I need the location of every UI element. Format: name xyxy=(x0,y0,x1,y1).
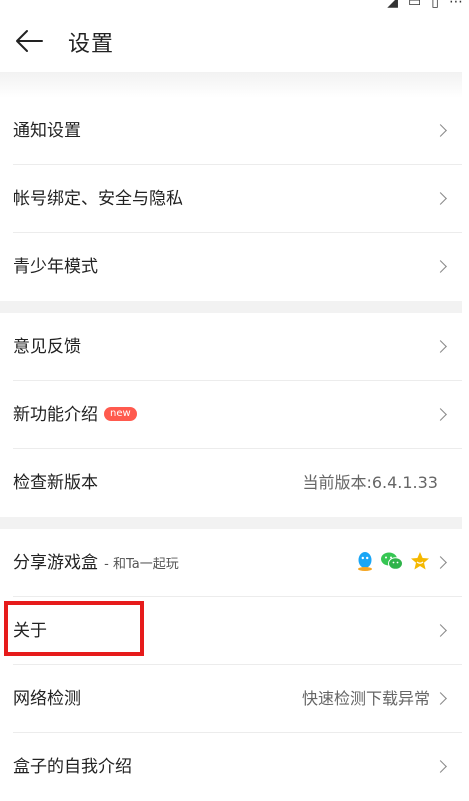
header-shadow xyxy=(0,72,469,98)
share-icons xyxy=(356,551,430,571)
wechat-icon[interactable] xyxy=(380,551,404,571)
battery-icon: ▯ xyxy=(431,0,439,10)
page-title: 设置 xyxy=(68,32,115,57)
chevron-right-icon xyxy=(434,556,447,569)
network-check-row[interactable]: 网络检测 快速检测下载异常 xyxy=(0,665,462,733)
app-header: 设置 xyxy=(0,12,469,72)
row-label: 盒子的自我介绍 xyxy=(13,757,132,777)
check-update-row[interactable]: 检查新版本 当前版本:6.4.1.33 xyxy=(0,449,462,517)
feedback-row[interactable]: 意见反馈 xyxy=(0,313,462,381)
back-arrow-icon[interactable] xyxy=(14,28,44,54)
new-features-row[interactable]: 新功能介绍 new xyxy=(0,381,462,449)
row-label: 分享游戏盒 - 和Ta一起玩 xyxy=(13,529,179,599)
chevron-right-icon xyxy=(434,124,447,137)
chevron-right-icon xyxy=(434,192,447,205)
row-label: 意见反馈 xyxy=(13,337,81,357)
right-edge xyxy=(462,72,469,800)
section-gap xyxy=(0,517,469,529)
chevron-right-icon xyxy=(434,760,447,773)
youth-mode-row[interactable]: 青少年模式 xyxy=(0,233,462,301)
row-label-text: 新功能介绍 xyxy=(13,405,98,425)
highlight-box xyxy=(4,601,144,656)
chevron-right-icon xyxy=(434,340,447,353)
status-bar: ◢ ▭ ▯ ⋯ xyxy=(0,0,469,12)
qq-icon[interactable] xyxy=(356,551,374,571)
row-label: 网络检测 xyxy=(13,689,81,709)
more-status-icon: ⋯ xyxy=(449,0,463,10)
row-label-text: 分享游戏盒 xyxy=(13,553,98,573)
account-security-privacy-row[interactable]: 帐号绑定、安全与隐私 xyxy=(0,165,462,233)
self-intro-row[interactable]: 盒子的自我介绍 xyxy=(0,733,462,801)
sim-icon: ▭ xyxy=(408,0,422,10)
row-label: 青少年模式 xyxy=(13,257,98,277)
row-label: 帐号绑定、安全与隐私 xyxy=(13,189,183,209)
row-label: 新功能介绍 new xyxy=(13,381,137,449)
row-label: 检查新版本 xyxy=(13,473,98,493)
section-gap xyxy=(0,301,469,313)
share-game-box-row[interactable]: 分享游戏盒 - 和Ta一起玩 xyxy=(0,529,462,597)
row-label: 通知设置 xyxy=(13,121,81,141)
notification-settings-row[interactable]: 通知设置 xyxy=(0,97,462,165)
signal-icon: ◢ xyxy=(387,0,399,10)
star-icon[interactable] xyxy=(410,551,430,571)
chevron-right-icon xyxy=(434,624,447,637)
chevron-right-icon xyxy=(434,408,447,421)
new-badge: new xyxy=(104,406,137,421)
current-version: 当前版本:6.4.1.33 xyxy=(302,473,438,492)
chevron-right-icon xyxy=(434,692,447,705)
network-check-hint: 快速检测下载异常 xyxy=(301,689,430,708)
chevron-right-icon xyxy=(434,260,447,273)
row-sublabel: - 和Ta一起玩 xyxy=(100,557,179,572)
